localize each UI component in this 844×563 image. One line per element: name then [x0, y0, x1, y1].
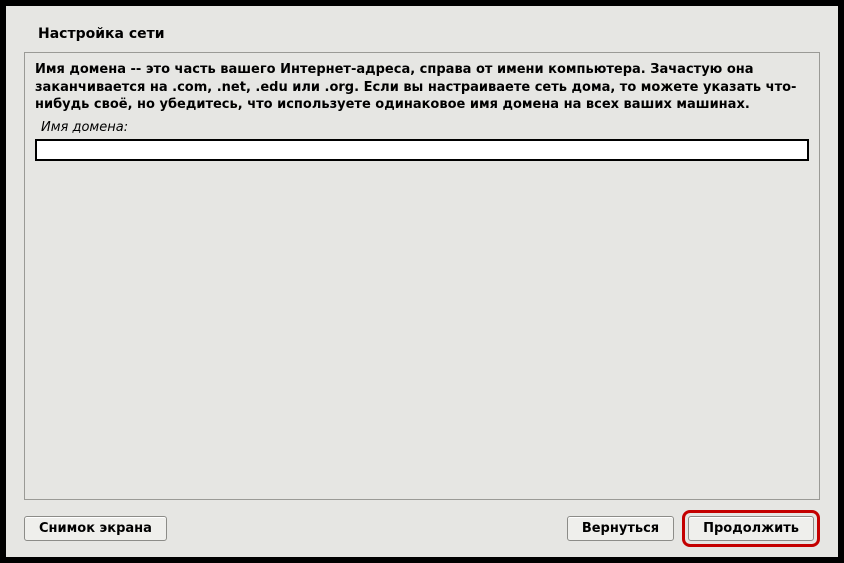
description-text: Имя домена -- это часть вашего Интернет-… — [35, 61, 809, 114]
content-panel: Имя домена -- это часть вашего Интернет-… — [24, 52, 820, 500]
domain-field-label: Имя домена: — [41, 120, 809, 135]
continue-highlight: Продолжить — [682, 510, 820, 547]
page-title: Настройка сети — [38, 26, 820, 42]
domain-input[interactable] — [35, 139, 809, 161]
installer-window: Настройка сети Имя домена -- это часть в… — [6, 6, 838, 557]
screenshot-button[interactable]: Снимок экрана — [24, 516, 167, 541]
back-button[interactable]: Вернуться — [567, 516, 674, 541]
button-row: Снимок экрана Вернуться Продолжить — [24, 510, 820, 547]
continue-button[interactable]: Продолжить — [688, 516, 814, 541]
